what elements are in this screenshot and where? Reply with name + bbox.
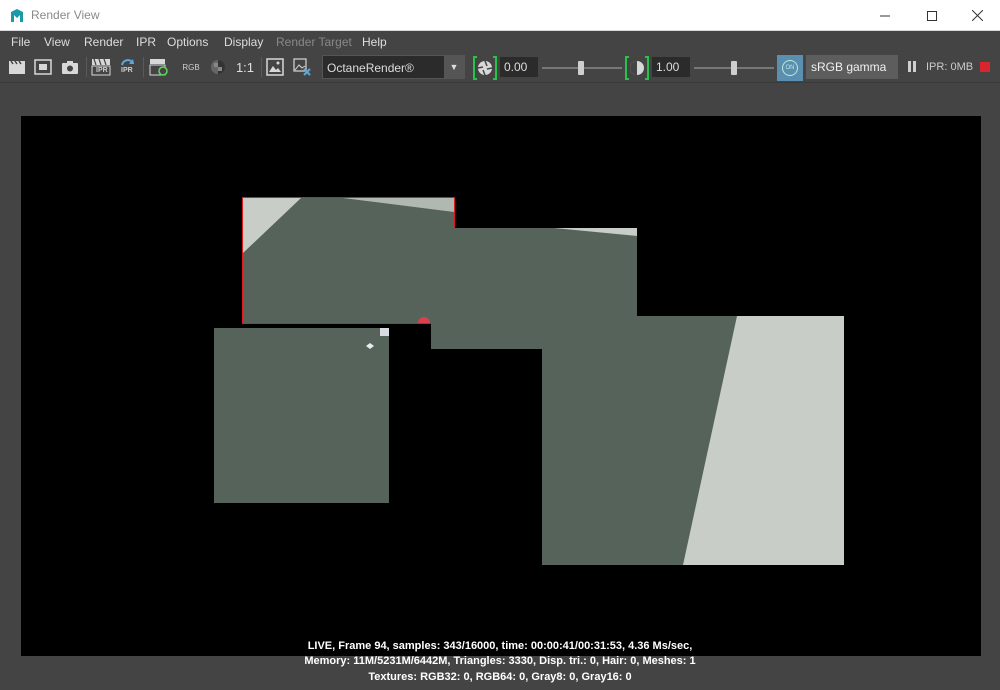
snapshot-camera-icon[interactable] <box>60 56 80 78</box>
rgb-channel-label: RGB <box>182 62 200 72</box>
real-size-label: 1:1 <box>235 59 255 75</box>
menu-help[interactable]: Help <box>362 35 387 49</box>
menu-render[interactable]: Render <box>84 35 123 49</box>
color-management-toggle[interactable]: ON <box>777 55 803 81</box>
toolbar-separator <box>143 57 144 77</box>
menu-display[interactable]: Display <box>224 35 263 49</box>
gamma-icon[interactable] <box>624 55 650 81</box>
keep-image-icon[interactable] <box>265 56 285 78</box>
exposure-aperture-icon[interactable] <box>472 55 498 81</box>
render-bucket-active <box>242 197 455 324</box>
clapperboard-icon[interactable] <box>7 56 27 78</box>
rgb-channel-icon[interactable]: RGB <box>180 56 202 78</box>
ipr-memory-readout: IPR: 0MB <box>926 61 974 73</box>
active-bucket-outline <box>242 197 455 324</box>
gamma-slider-handle[interactable] <box>731 61 737 75</box>
render-tile <box>431 316 542 349</box>
title-bar: Render View <box>0 0 1000 31</box>
render-region-icon[interactable] <box>33 56 53 78</box>
chevron-down-icon[interactable]: ▼ <box>444 56 464 78</box>
remove-image-icon[interactable] <box>292 56 312 78</box>
real-size-icon[interactable]: 1:1 <box>233 56 257 78</box>
color-management-on-label: ON <box>782 60 798 76</box>
menu-options[interactable]: Options <box>167 35 208 49</box>
menu-render-target: Render Target <box>276 35 352 49</box>
maximize-icon[interactable] <box>909 0 955 31</box>
alpha-channel-icon[interactable] <box>208 56 228 78</box>
menu-ipr[interactable]: IPR <box>136 35 156 49</box>
render-tile <box>214 328 389 503</box>
render-tile <box>542 316 844 565</box>
render-status-line-3: Textures: RGB32: 0, RGB64: 0, Gray8: 0, … <box>368 671 632 683</box>
close-icon[interactable] <box>954 0 1000 31</box>
ipr-refresh-label: IPR <box>121 67 133 74</box>
render-status-line-2: Memory: 11M/5231M/6442M, Triangles: 3330… <box>304 655 696 667</box>
menu-view[interactable]: View <box>44 35 70 49</box>
toolbar-separator <box>86 57 87 77</box>
tile-highlight-shape <box>683 316 844 565</box>
exposure-slider-handle[interactable] <box>578 61 584 75</box>
renderer-dropdown[interactable]: OctaneRender® ▼ <box>322 55 465 79</box>
render-sequence-icon[interactable] <box>149 56 169 78</box>
color-space-field[interactable]: sRGB gamma <box>806 55 898 79</box>
render-image[interactable] <box>21 116 981 656</box>
specular-highlight <box>366 328 389 349</box>
render-status-line-1: LIVE, Frame 94, samples: 343/16000, time… <box>307 640 693 652</box>
toolbar-separator <box>261 57 262 77</box>
render-viewport[interactable]: LIVE, Frame 94, samples: 343/16000, time… <box>0 84 1000 690</box>
renderer-value: OctaneRender® <box>327 61 414 75</box>
minimize-icon[interactable] <box>862 0 908 31</box>
window-title: Render View <box>31 8 100 22</box>
gamma-field[interactable]: 1.00 <box>652 57 690 77</box>
stop-render-button[interactable] <box>980 62 990 72</box>
maya-app-icon <box>11 9 23 22</box>
exposure-field[interactable]: 0.00 <box>500 57 538 77</box>
render-tile <box>454 228 637 316</box>
menu-file[interactable]: File <box>11 35 30 49</box>
render-toolbar: IPR IPR RGB 1:1 OctaneRender® ▼ 0.00 1.0… <box>0 52 1000 83</box>
menu-bar: File View Render IPR Options Display Ren… <box>0 31 1000 52</box>
ipr-render-label: IPR <box>96 67 108 74</box>
tile-highlight-shape <box>554 228 637 236</box>
pause-icon[interactable] <box>906 61 918 74</box>
